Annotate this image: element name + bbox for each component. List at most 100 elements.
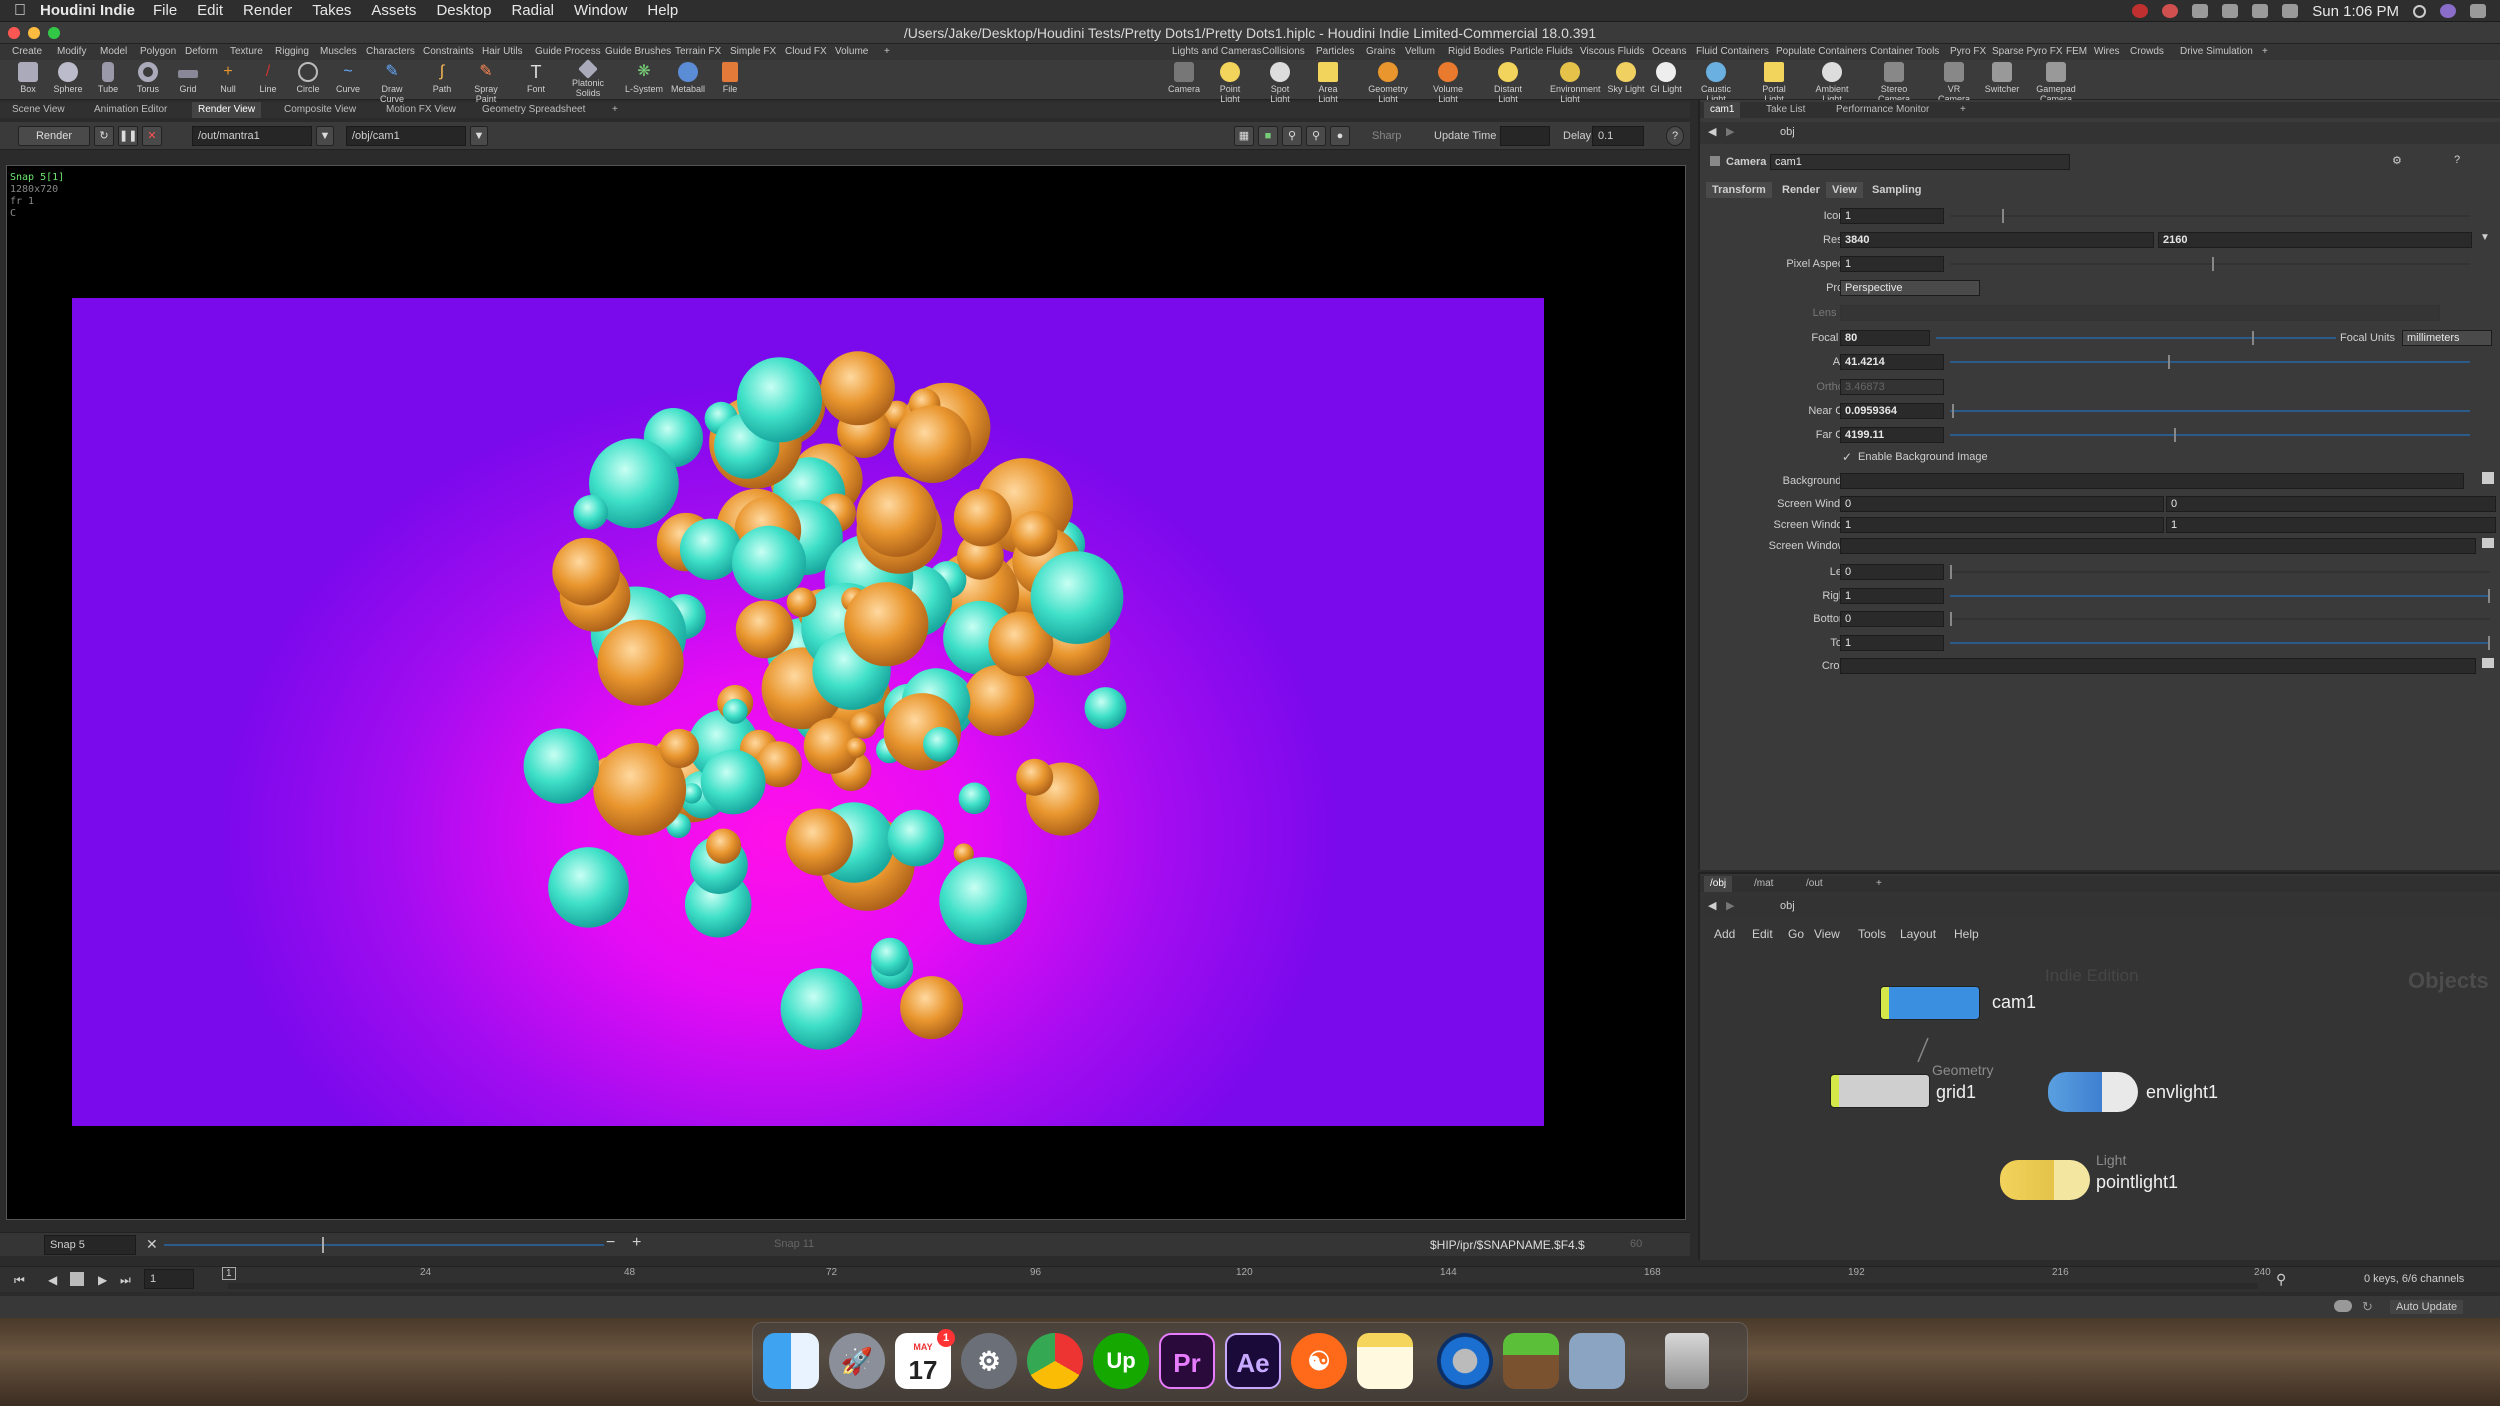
- shelf-tab[interactable]: Characters: [366, 46, 415, 57]
- output-path[interactable]: $HIP/ipr/$SNAPNAME.$F4.$: [1430, 1238, 1585, 1252]
- minus-icon[interactable]: −: [606, 1234, 615, 1252]
- top-crop-slider[interactable]: [1950, 642, 2490, 644]
- app-menu[interactable]: Houdini Indie: [40, 2, 135, 19]
- top-crop-knob[interactable]: [2488, 636, 2490, 650]
- shelf-tab[interactable]: Deform: [185, 46, 218, 57]
- projection-select[interactable]: Perspective: [1840, 280, 1980, 296]
- houdini-icon[interactable]: ☯: [1291, 1333, 1347, 1389]
- tab-cam1[interactable]: cam1: [1704, 102, 1741, 118]
- after-effects-icon[interactable]: Ae: [1225, 1333, 1281, 1389]
- bluetooth-icon[interactable]: [2192, 4, 2209, 18]
- tab-animation-editor[interactable]: Animation Editor: [88, 102, 173, 118]
- lens-shader-field[interactable]: [1840, 305, 2440, 321]
- shelf-tab[interactable]: Grains: [1366, 46, 1395, 57]
- rop-select-icon[interactable]: ▼: [316, 126, 334, 146]
- help-icon[interactable]: ?: [2454, 154, 2460, 166]
- menu-takes[interactable]: Takes: [312, 2, 351, 19]
- shelf-tool-spot-light[interactable]: Spot Light: [1260, 62, 1300, 104]
- shelf-tool-gamepad-camera[interactable]: Gamepad Camera: [2036, 62, 2076, 104]
- resolution-menu-icon[interactable]: ▼: [2480, 232, 2490, 243]
- shelf-tool-portal-light[interactable]: Portal Light: [1754, 62, 1794, 104]
- pause-icon[interactable]: ❚❚: [118, 126, 138, 146]
- shelf-tab[interactable]: Modify: [57, 46, 86, 57]
- preview-icon[interactable]: [1569, 1333, 1625, 1389]
- shelf-tab[interactable]: Model: [100, 46, 127, 57]
- rop-path-field[interactable]: /out/mantra1: [192, 126, 312, 146]
- back-icon[interactable]: ◀: [1708, 125, 1716, 138]
- shelf-tool-spray-paint[interactable]: ✎ Spray Paint: [466, 62, 506, 104]
- menu-help[interactable]: Help: [647, 2, 678, 19]
- quicktime-icon[interactable]: [1437, 1333, 1493, 1389]
- icon-scale-field[interactable]: 1: [1840, 208, 1944, 224]
- tab-transform[interactable]: Transform: [1706, 182, 1772, 198]
- volume-icon[interactable]: [2282, 4, 2299, 18]
- menu-desktop[interactable]: Desktop: [436, 2, 491, 19]
- top-crop-field[interactable]: 1: [1840, 635, 1944, 651]
- wifi-icon[interactable]: [2252, 4, 2269, 18]
- menu-render[interactable]: Render: [243, 2, 292, 19]
- tab-sampling[interactable]: Sampling: [1866, 182, 1928, 198]
- resolution-y-field[interactable]: 2160: [2158, 232, 2472, 248]
- sharp-label[interactable]: Sharp: [1372, 130, 1401, 142]
- shelf-tab[interactable]: Hair Utils: [482, 46, 523, 57]
- shelf-tool-volume-light[interactable]: Volume Light: [1428, 62, 1468, 104]
- update-mode-icon[interactable]: ↻: [2362, 1299, 2373, 1315]
- gear-icon[interactable]: ⚙: [2392, 154, 2402, 167]
- record-icon[interactable]: [2162, 4, 2179, 18]
- bg-image-field[interactable]: [1840, 473, 2464, 489]
- shelf-tab[interactable]: Pyro FX: [1950, 46, 1986, 57]
- enable-bg-checkbox[interactable]: ✓: [1842, 450, 1852, 464]
- apple-icon[interactable]: : [0, 2, 40, 20]
- menu-file[interactable]: File: [153, 2, 177, 19]
- tab-motion-fx-view[interactable]: Motion FX View: [380, 102, 462, 118]
- near-clipping-field[interactable]: 0.0959364: [1840, 403, 1944, 419]
- upwork-icon[interactable]: Up: [1093, 1333, 1149, 1389]
- shelf-tool-sky-light[interactable]: Sky Light: [1606, 62, 1646, 94]
- shelf-tool-curve[interactable]: ~ Curve: [328, 62, 368, 94]
- shelf-tool-caustic-light[interactable]: Caustic Light: [1696, 62, 1736, 104]
- step-back-icon[interactable]: ◀: [48, 1273, 57, 1287]
- shelf-tool-platonic[interactable]: Platonic Solids: [568, 59, 608, 98]
- screen-window-size-y-field[interactable]: 1: [2166, 517, 2496, 533]
- left-crop-knob[interactable]: [1950, 565, 1952, 579]
- frame-marker[interactable]: 1: [222, 1267, 236, 1280]
- shelf-tool-grid[interactable]: Grid: [168, 62, 208, 94]
- tab-geometry-spreadsheet[interactable]: Geometry Spreadsheet: [476, 102, 591, 118]
- shelf-tab[interactable]: Wires: [2094, 46, 2120, 57]
- shelf-tab[interactable]: Populate Containers: [1776, 46, 1867, 57]
- tab-composite-view[interactable]: Composite View: [278, 102, 362, 118]
- snap-slider-knob[interactable]: [322, 1237, 324, 1253]
- menu-assets[interactable]: Assets: [371, 2, 416, 19]
- chrome-icon[interactable]: [1027, 1333, 1083, 1389]
- shelf-tool-point-light[interactable]: Point Light: [1210, 62, 1250, 104]
- shelf-tool-torus[interactable]: Torus: [128, 62, 168, 94]
- add-tab-icon[interactable]: +: [606, 102, 624, 118]
- shelf-tool-environment-light[interactable]: Environment Light: [1550, 62, 1601, 104]
- close-snap-icon[interactable]: ✕: [146, 1236, 158, 1253]
- shelf-tab[interactable]: FEM: [2066, 46, 2087, 57]
- tab-take-list[interactable]: Take List: [1760, 102, 1811, 118]
- shelf-tab[interactable]: Crowds: [2130, 46, 2164, 57]
- snap-slider[interactable]: [164, 1244, 604, 1246]
- minecraft-icon[interactable]: [1503, 1333, 1559, 1389]
- bottom-crop-field[interactable]: 0: [1840, 611, 1944, 627]
- bottom-crop-slider[interactable]: [1950, 618, 2490, 620]
- menu-radial[interactable]: Radial: [511, 2, 554, 19]
- shelf-tab[interactable]: Constraints: [423, 46, 474, 57]
- add-shelf-tab-icon[interactable]: +: [2262, 46, 2268, 57]
- tab-scene-view[interactable]: Scene View: [6, 102, 71, 118]
- delay-field[interactable]: 0.1: [1592, 126, 1644, 146]
- shelf-tool-stereo-camera[interactable]: Stereo Camera: [1874, 62, 1914, 104]
- screen-window-size-x-field[interactable]: 1: [1840, 517, 2164, 533]
- screen-window-x-field[interactable]: 0: [1840, 496, 2164, 512]
- shelf-tool-line[interactable]: / Line: [248, 62, 288, 94]
- mask-chooser-icon[interactable]: [2482, 538, 2494, 548]
- spotlight-search-icon[interactable]: [2413, 4, 2426, 18]
- notification-center-icon[interactable]: [2470, 4, 2486, 18]
- shelf-tab[interactable]: Create: [12, 46, 42, 57]
- bottom-crop-knob[interactable]: [1950, 612, 1952, 626]
- shelf-tab[interactable]: Polygon: [140, 46, 176, 57]
- chat-icon[interactable]: [2334, 1300, 2352, 1312]
- shelf-tab[interactable]: Drive Simulation: [2180, 46, 2253, 57]
- auto-update-select[interactable]: Auto Update: [2390, 1300, 2464, 1314]
